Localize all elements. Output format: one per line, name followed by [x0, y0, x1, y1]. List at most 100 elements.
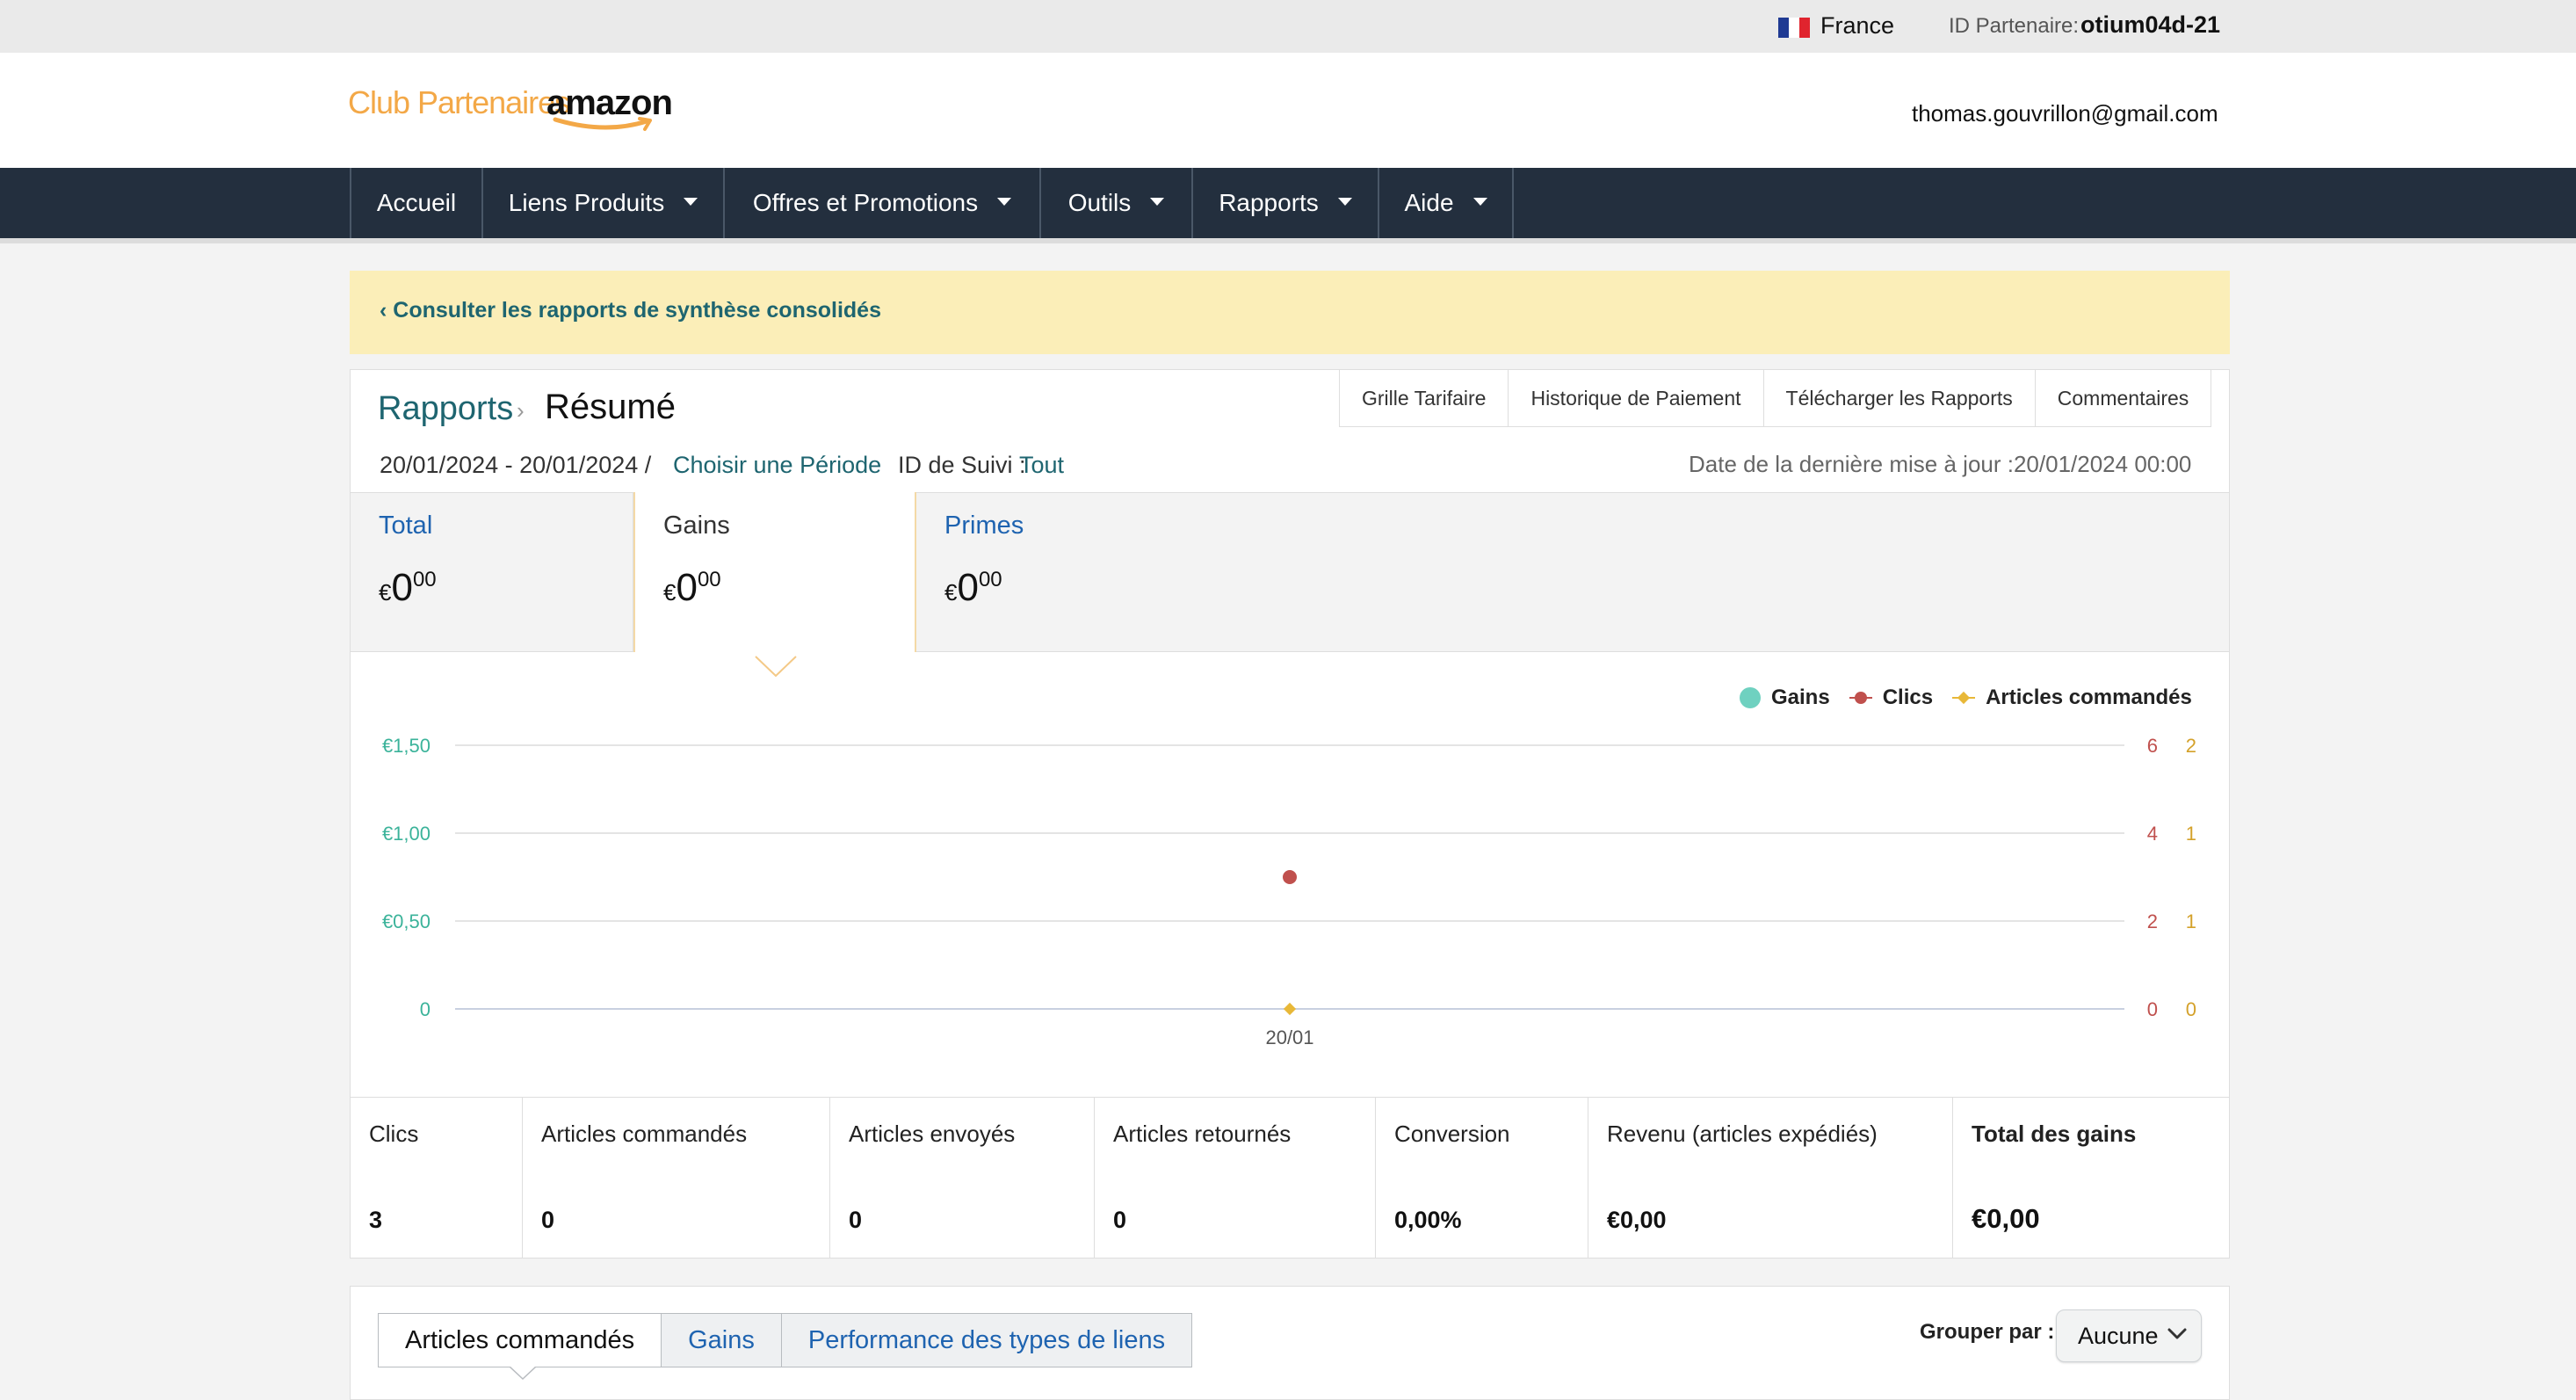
- nav-label: Liens Produits: [508, 189, 665, 216]
- performance-chart: 0 0 0 €0,50 2 1 €1,00 4 1 €1,50 6 2 20/01: [382, 735, 2196, 1048]
- selected-tab-arrow-icon: [755, 656, 797, 678]
- metric-revenu: Revenu (articles expédiés) €0,00: [1588, 1098, 1952, 1259]
- nav-label: Outils: [1067, 189, 1132, 216]
- summary-tab-total[interactable]: Total €000: [351, 492, 633, 652]
- y-right2-tick-label: 0: [2186, 998, 2196, 1020]
- metric-label: Conversion: [1394, 1121, 1510, 1147]
- tab-performance-liens[interactable]: Performance des types de liens: [781, 1313, 1193, 1367]
- metric-value: 0: [849, 1207, 863, 1233]
- nav-liens-produits[interactable]: Liens Produits: [481, 168, 723, 238]
- nav-accueil[interactable]: Accueil: [350, 168, 481, 238]
- metric-value: 0: [1113, 1207, 1127, 1233]
- breadcrumb-rapports[interactable]: Rapports: [378, 390, 513, 428]
- tab-grille-tarifaire[interactable]: Grille Tarifaire: [1340, 369, 1508, 427]
- logo-club-text[interactable]: Club Partenaires: [348, 84, 570, 121]
- summary-label: Total: [379, 511, 433, 540]
- metric-articles-envoyes: Articles envoyés 0: [829, 1098, 1094, 1259]
- tracking-id-label: ID de Suivi :: [898, 452, 1026, 478]
- choose-period-link[interactable]: Choisir une Période: [673, 452, 881, 479]
- metric-total-gains: Total des gains €0,00: [1952, 1098, 2229, 1259]
- nav-rapports[interactable]: Rapports: [1191, 168, 1378, 238]
- y-left-tick-label: €1,50: [382, 735, 431, 757]
- tracking-id-link[interactable]: Tout: [1019, 452, 1064, 479]
- group-by-label: Grouper par :: [1920, 1320, 2055, 1344]
- metric-articles-commandes: Articles commandés 0: [522, 1098, 829, 1259]
- legend-item-articles[interactable]: Articles commandés: [1952, 685, 2192, 710]
- tab-articles-commandes[interactable]: Articles commandés: [378, 1313, 662, 1367]
- y-right1-tick-label: 0: [2147, 998, 2158, 1020]
- metric-label: Articles commandés: [541, 1121, 748, 1147]
- caret-down-icon: [684, 197, 698, 206]
- consolidated-reports-link[interactable]: ‹ Consulter les rapports de synthèse con…: [380, 298, 881, 323]
- metrics-row: Clics 3 Articles commandés 0 Articles en…: [351, 1097, 2229, 1259]
- y-right1-tick-label: 2: [2147, 910, 2158, 932]
- nav-offres-promotions[interactable]: Offres et Promotions: [723, 168, 1039, 238]
- partner-id-value[interactable]: otium04d-21: [2080, 11, 2220, 39]
- y-left-tick-label: €1,00: [382, 823, 431, 845]
- metric-label: Articles envoyés: [849, 1121, 1016, 1147]
- y-right1-tick-label: 6: [2147, 735, 2158, 757]
- nav-aide[interactable]: Aide: [1378, 168, 1514, 238]
- partner-id-label: ID Partenaire:: [1949, 14, 2080, 38]
- y-right1-tick-label: 4: [2147, 823, 2158, 845]
- legend-gains-marker-icon: [1740, 687, 1761, 708]
- nav-label: Rapports: [1219, 189, 1319, 216]
- summary-tab-gains[interactable]: Gains €000: [633, 492, 916, 652]
- amazon-smile-icon: [553, 117, 652, 131]
- summary-value: €000: [944, 566, 1002, 609]
- data-point-articles: [1283, 1002, 1297, 1016]
- summary-label: Gains: [663, 511, 730, 540]
- metric-value: 3: [369, 1207, 383, 1233]
- metric-label: Clics: [369, 1121, 419, 1147]
- legend-label: Clics: [1882, 685, 1934, 709]
- summary-label: Primes: [944, 511, 1024, 540]
- active-tab-notch-icon: [510, 1367, 536, 1381]
- x-tick-label: 20/01: [1265, 1026, 1313, 1048]
- metric-value: 0: [541, 1207, 555, 1233]
- summary-value: €000: [663, 566, 721, 609]
- y-right2-tick-label: 2: [2186, 735, 2196, 757]
- last-update-text: Date de la dernière mise à jour :20/01/2…: [1689, 451, 2192, 477]
- group-by-value: Aucune: [2078, 1322, 2159, 1349]
- tab-telecharger-rapports[interactable]: Télécharger les Rapports: [1762, 369, 2035, 427]
- nav-label: Aide: [1404, 189, 1454, 216]
- y-right2-tick-label: 1: [2186, 823, 2196, 845]
- country-selector[interactable]: France: [1820, 12, 1894, 40]
- y-right2-tick-label: 1: [2186, 910, 2196, 932]
- chart-legend: Gains Clics Articles commandés: [1740, 685, 2192, 710]
- metric-label: Total des gains: [1972, 1121, 2137, 1147]
- report-links-tabs: Grille Tarifaire Historique de Paiement …: [1339, 369, 2212, 427]
- caret-down-icon: [1337, 197, 1352, 206]
- legend-clics-marker-icon: [1849, 692, 1872, 704]
- legend-item-clics[interactable]: Clics: [1849, 685, 1933, 710]
- nav-label: Accueil: [376, 189, 457, 216]
- caret-down-icon: [1473, 197, 1487, 206]
- nav-label: Offres et Promotions: [752, 189, 979, 216]
- user-email[interactable]: thomas.gouvrillon@gmail.com: [1912, 100, 2218, 127]
- legend-item-gains[interactable]: Gains: [1740, 685, 1830, 710]
- tab-gains[interactable]: Gains: [662, 1313, 782, 1367]
- metric-conversion: Conversion 0,00%: [1375, 1098, 1588, 1259]
- chevron-down-icon: [2167, 1328, 2187, 1339]
- metric-articles-retournes: Articles retournés 0: [1094, 1098, 1375, 1259]
- date-range: 20/01/2024 - 20/01/2024 /: [380, 452, 652, 478]
- tab-historique-paiement[interactable]: Historique de Paiement: [1508, 369, 1762, 427]
- metric-label: Revenu (articles expédiés): [1607, 1121, 1878, 1147]
- summary-tab-primes[interactable]: Primes €000: [916, 492, 1199, 652]
- caret-down-icon: [1150, 197, 1165, 206]
- metric-value: €0,00: [1607, 1207, 1667, 1233]
- tab-commentaires[interactable]: Commentaires: [2034, 369, 2211, 427]
- legend-label: Articles commandés: [1986, 685, 2192, 709]
- breadcrumb-separator: ›: [517, 397, 525, 424]
- legend-articles-marker-icon: [1952, 691, 1976, 705]
- page-title: Résumé: [545, 388, 676, 426]
- nav-outils[interactable]: Outils: [1039, 168, 1191, 238]
- y-left-tick-label: 0: [420, 998, 431, 1020]
- metric-clics: Clics 3: [351, 1098, 522, 1259]
- summary-value: €000: [379, 566, 437, 609]
- legend-label: Gains: [1771, 685, 1830, 709]
- details-tabs: Articles commandés Gains Performance des…: [378, 1313, 1193, 1367]
- france-flag-icon[interactable]: [1778, 18, 1810, 38]
- metric-label: Articles retournés: [1113, 1121, 1292, 1147]
- data-point-clics: [1283, 870, 1297, 884]
